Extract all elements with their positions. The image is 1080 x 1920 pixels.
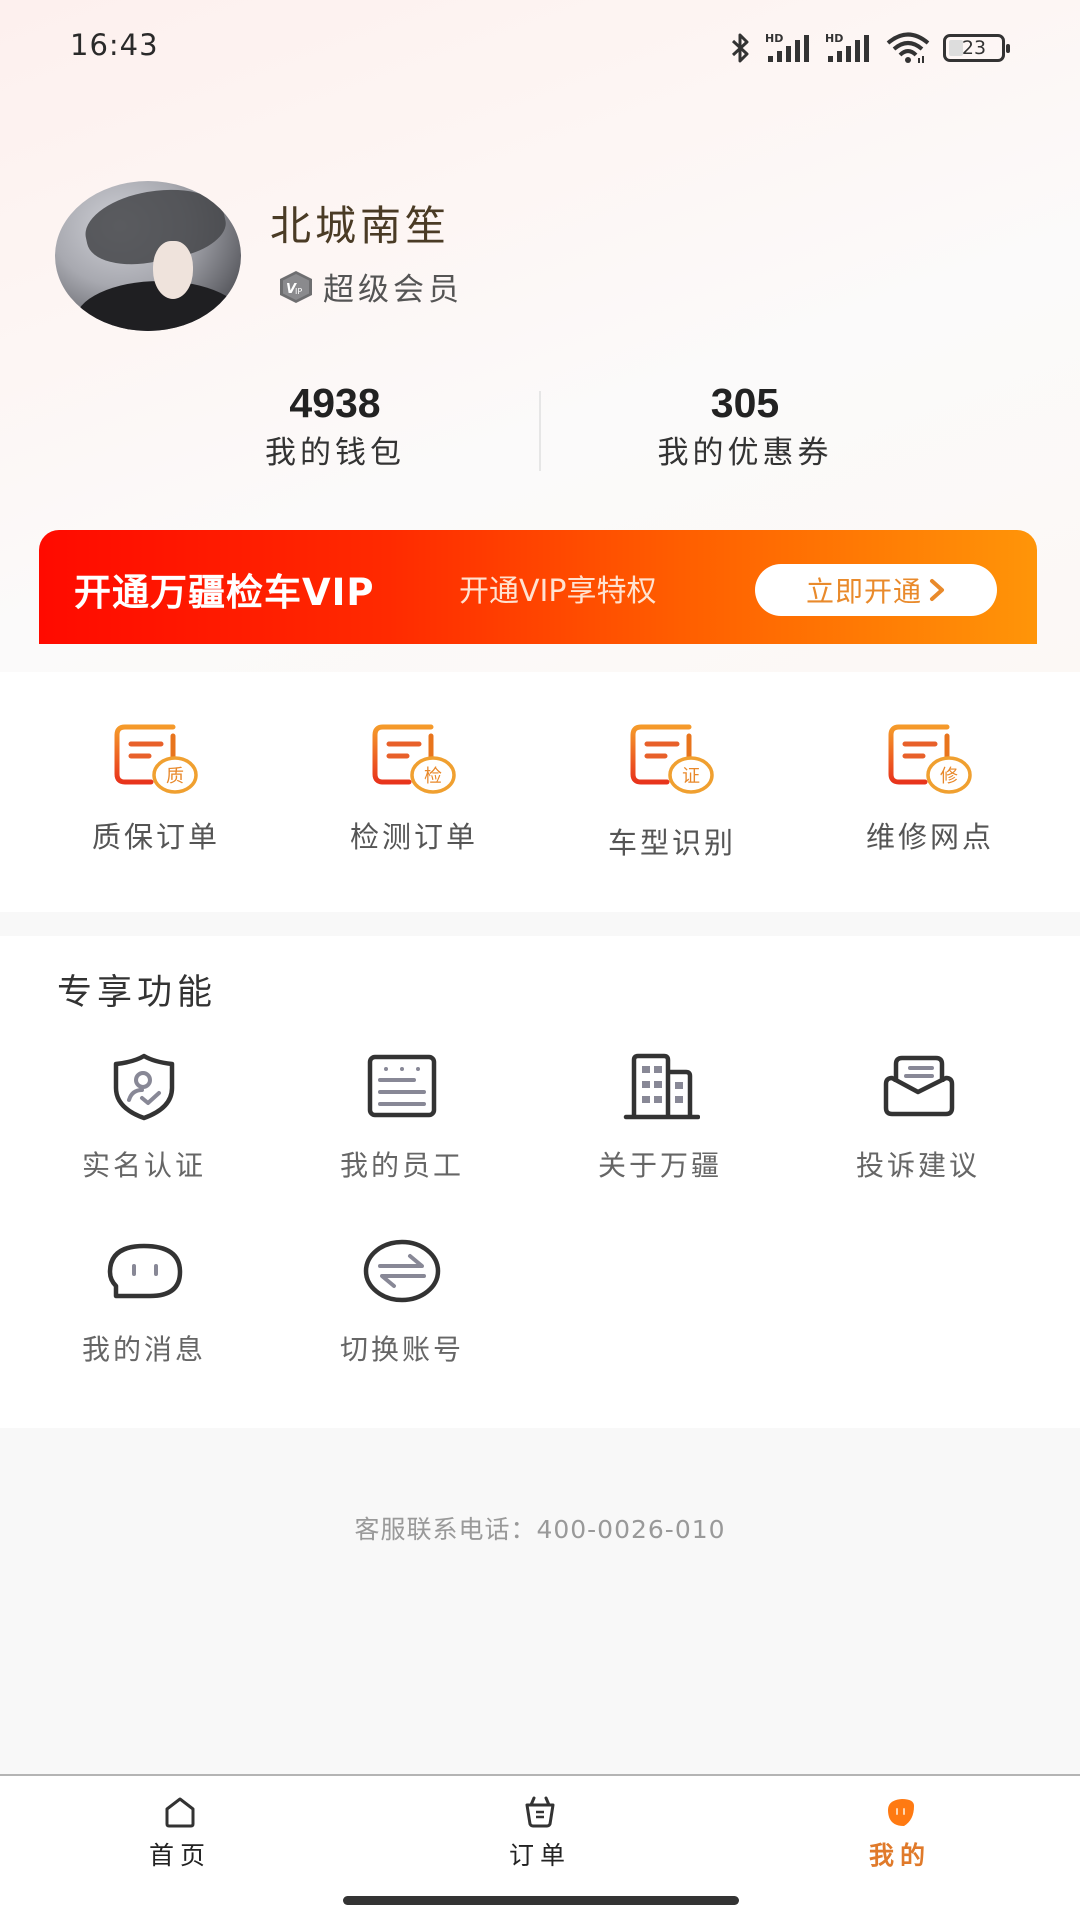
member-level-text: 超级会员: [323, 272, 463, 308]
nav-home[interactable]: 首页: [90, 1796, 270, 1872]
home-indicator[interactable]: [343, 1896, 739, 1905]
service-phone[interactable]: 客服联系电话：400-0026-010: [0, 1510, 1080, 1546]
svg-text:HD: HD: [825, 32, 843, 45]
feature-switch-account[interactable]: 切换账号: [273, 1236, 531, 1368]
open-vip-button[interactable]: 立即开通: [755, 564, 997, 616]
svg-text:检: 检: [424, 766, 442, 787]
order-label: 维修网点: [865, 820, 994, 854]
order-label: 质保订单: [91, 820, 220, 854]
svg-text:证: 证: [682, 766, 700, 787]
order-item-repair-shops[interactable]: 修 维修网点: [801, 672, 1059, 862]
avatar[interactable]: [55, 181, 241, 331]
nav-label: 订单: [508, 1841, 571, 1870]
features-card: 专享功能 实名认证 我的员工 关于万疆 投诉建议 我的消息 切换账号: [0, 936, 1080, 1428]
user-name: 北城南笙: [270, 202, 450, 250]
feature-label: 我的消息: [81, 1333, 206, 1366]
features-row-1: 实名认证 我的员工 关于万疆 投诉建议: [0, 1052, 1080, 1184]
feature-my-messages[interactable]: 我的消息: [15, 1236, 273, 1368]
home-icon: [165, 1797, 195, 1828]
feature-label: 投诉建议: [855, 1149, 980, 1182]
feature-my-staff[interactable]: 我的员工: [273, 1052, 531, 1184]
features-row-2: 我的消息 切换账号: [0, 1236, 1080, 1368]
nav-orders[interactable]: 订单: [450, 1796, 630, 1872]
nav-label: 首页: [148, 1841, 211, 1870]
basket-icon: [525, 1796, 555, 1828]
vip-badge-icon: V IP: [280, 270, 312, 303]
nav-label: 我的: [868, 1841, 931, 1870]
battery-level: 23: [961, 37, 987, 59]
vip-banner-title: 开通万疆检车VIP: [74, 571, 375, 614]
wallet-stat[interactable]: 4938 我的钱包: [130, 375, 540, 475]
feature-about[interactable]: 关于万疆: [531, 1052, 789, 1184]
battery-icon: 23: [943, 34, 1010, 62]
document-list-icon: [367, 1054, 437, 1118]
profile-face-icon: [888, 1799, 914, 1826]
stats-divider: [539, 391, 541, 471]
order-item-inspection[interactable]: 检 检测订单: [285, 672, 543, 862]
feature-complaints[interactable]: 投诉建议: [789, 1052, 1047, 1184]
stats-row: 4938 我的钱包 305 我的优惠券: [130, 375, 950, 475]
nav-profile[interactable]: 我的: [810, 1796, 990, 1872]
svg-text:HD: HD: [765, 32, 783, 45]
switch-arrows-icon: [363, 1239, 441, 1303]
coupon-label: 我的优惠券: [657, 435, 833, 471]
envelope-open-icon: [883, 1055, 955, 1117]
feature-label: 实名认证: [81, 1149, 206, 1182]
order-label: 车型识别: [607, 826, 736, 860]
open-vip-button-label: 立即开通: [805, 575, 922, 608]
chat-bubble-icon: [107, 1243, 183, 1299]
feature-label: 我的员工: [339, 1149, 464, 1182]
signal-hd-icon: HD: [825, 32, 869, 62]
status-time: 16:43: [70, 28, 159, 62]
section-title: 专享功能: [57, 973, 218, 1013]
chevron-right-icon: [930, 579, 944, 601]
status-icons: HD HD 23: [729, 30, 1010, 66]
wifi-icon: [886, 32, 930, 63]
wallet-label: 我的钱包: [265, 435, 405, 471]
warranty-order-icon: 质: [114, 724, 198, 794]
feature-label: 切换账号: [339, 1333, 464, 1366]
inspection-order-icon: 检: [372, 724, 456, 794]
order-item-warranty[interactable]: 质 质保订单: [27, 672, 285, 862]
coupon-stat[interactable]: 305 我的优惠券: [540, 375, 950, 475]
svg-text:修: 修: [940, 766, 958, 787]
coupon-value: 305: [710, 380, 780, 426]
status-bar: 16:43 HD HD 23: [0, 0, 1080, 95]
bluetooth-icon: [731, 33, 749, 63]
shield-user-check-icon: [113, 1053, 175, 1121]
building-icon: [623, 1053, 700, 1120]
signal-hd-icon: HD: [765, 32, 809, 62]
vip-banner-subtitle: 开通VIP享特权: [459, 574, 657, 609]
member-level: V IP 超级会员: [277, 264, 463, 309]
wallet-value: 4938: [289, 380, 381, 426]
svg-text:IP: IP: [295, 287, 302, 296]
svg-text:质: 质: [166, 766, 184, 787]
order-label: 检测订单: [349, 820, 478, 854]
feature-real-name-auth[interactable]: 实名认证: [15, 1052, 273, 1184]
order-item-car-recognition[interactable]: 证 车型识别: [543, 672, 801, 862]
repair-shops-icon: 修: [888, 724, 972, 794]
vip-banner[interactable]: 开通万疆检车VIP 开通VIP享特权 立即开通: [39, 530, 1037, 644]
feature-label: 关于万疆: [597, 1149, 722, 1182]
orders-grid: 质 质保订单 检 检测订单 证 车型识别 修 维修网点: [0, 672, 1080, 862]
orders-card: 质 质保订单 检 检测订单 证 车型识别 修 维修网点: [0, 672, 1080, 912]
car-recognition-icon: 证: [630, 724, 714, 794]
